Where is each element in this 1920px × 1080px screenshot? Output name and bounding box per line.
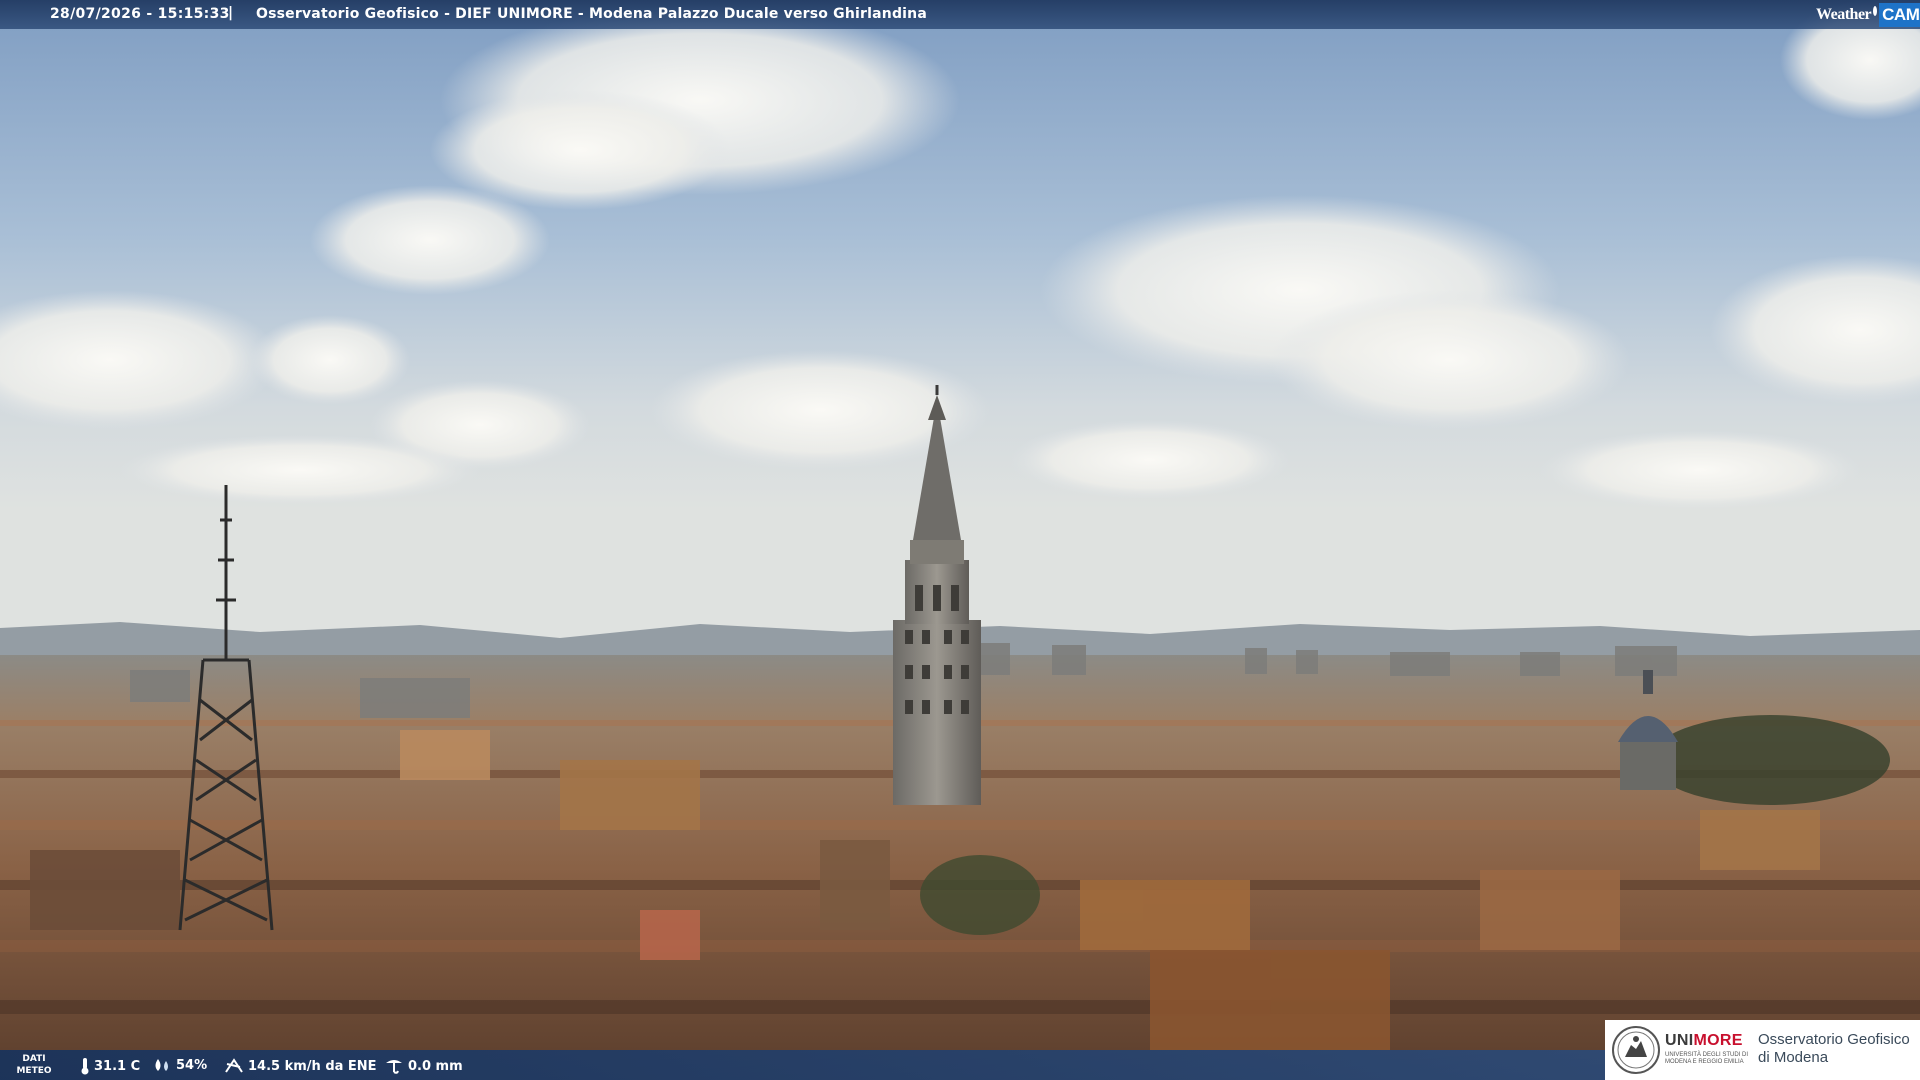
university-seal-icon (1612, 1026, 1660, 1074)
tree-cluster (1650, 715, 1890, 805)
tree-cluster (920, 855, 1040, 935)
university-subtitle: UNIVERSITÀ DEGLI STUDI DI MODENA E REGGI… (1665, 1052, 1755, 1066)
observatory-line1: Osservatorio Geofisico (1758, 1031, 1910, 1048)
weathercam-logo-cam: CAM (1879, 2, 1920, 27)
weather-label: DATI METEO (12, 1053, 56, 1077)
weathercam-logo-weather: Weather (1816, 5, 1872, 23)
unimore-suffix: MORE (1693, 1032, 1743, 1049)
university-subtitle-line2: MODENA E REGGIO EMILIA (1665, 1059, 1744, 1065)
observatory-name: Osservatorio Geofisico di Modena (1758, 1031, 1910, 1067)
temperature-value: 31.1 C (94, 1058, 141, 1074)
rain-gauge-icon (386, 1060, 402, 1074)
webcam-image (0, 0, 1920, 1080)
humidity-reading: 54% (152, 1057, 207, 1073)
weather-label-line2: METEO (16, 1066, 52, 1076)
unimore-wordmark: UNIMORE (1665, 1032, 1743, 1050)
temperature-reading: 31.1 C (80, 1057, 140, 1075)
humidity-value: 54% (176, 1057, 208, 1073)
thermometer-icon (81, 1058, 89, 1075)
humidity-icon (155, 1059, 168, 1071)
lens-icon (1873, 5, 1878, 16)
weather-label-line1: DATI (22, 1054, 46, 1064)
timestamp: 28/07/2026 - 15:15:33 (50, 6, 230, 22)
rain-reading: 0.0 mm (384, 1057, 463, 1075)
wind-value: 14.5 km/h da ENE (248, 1058, 377, 1074)
observatory-line2: di Modena (1758, 1049, 1829, 1066)
institution-logo: UNIMORE UNIVERSITÀ DEGLI STUDI DI MODENA… (1605, 1020, 1920, 1080)
separator: | (228, 5, 234, 21)
weather-data-bar: DATI METEO 31.1 C 54% 14.5 km/h da ENE 0… (0, 1050, 1605, 1080)
wind-icon (225, 1058, 243, 1073)
university-subtitle-line1: UNIVERSITÀ DEGLI STUDI DI (1665, 1052, 1749, 1058)
camera-title: Osservatorio Geofisico - DIEF UNIMORE - … (256, 6, 927, 22)
camera-info-bar: 28/07/2026 - 15:15:33 | Osservatorio Geo… (0, 0, 1920, 29)
weathercam-logo: Weather CAM (1812, 0, 1920, 29)
rain-value: 0.0 mm (408, 1058, 463, 1074)
wind-reading: 14.5 km/h da ENE (224, 1057, 377, 1075)
unimore-prefix: UNI (1665, 1032, 1694, 1049)
